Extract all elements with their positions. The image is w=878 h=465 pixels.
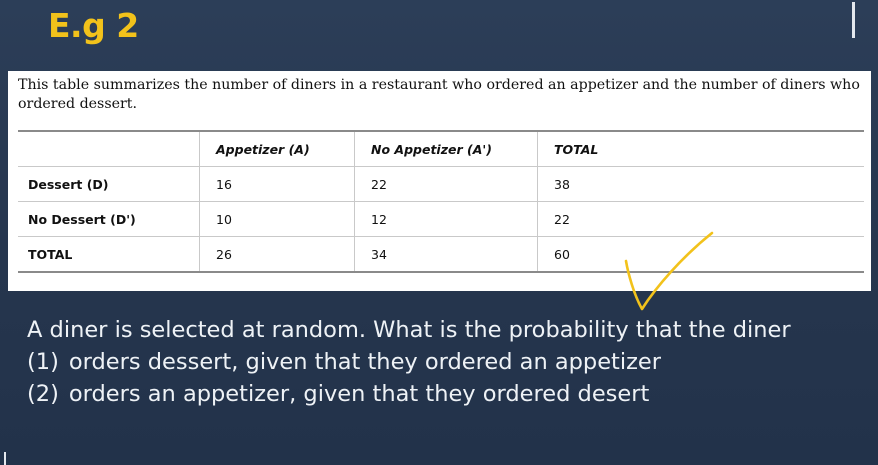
edge-divider: [852, 2, 855, 38]
part-text: orders an appetizer, given that they ord…: [68, 381, 650, 407]
part-number: (2): [27, 381, 59, 407]
two-way-table: Appetizer (A) No Appetizer (A') TOTAL De…: [18, 130, 864, 273]
question-prompt: A diner is selected at random. What is t…: [27, 317, 791, 343]
table-cell: 38: [537, 166, 864, 202]
table-row: No Dessert (D') 10 12 22: [18, 201, 864, 237]
table-header-blank: [18, 130, 200, 167]
table-row: Dessert (D) 16 22 38: [18, 166, 864, 202]
handwritten-checkmark-icon: [624, 231, 714, 311]
row-label: TOTAL: [18, 236, 200, 273]
table-cell: 26: [199, 236, 355, 273]
problem-card: This table summarizes the number of dine…: [8, 71, 871, 311]
table-cell: 12: [354, 201, 538, 237]
row-label: Dessert (D): [18, 166, 200, 202]
slide-title: E.g 2: [48, 6, 139, 45]
table-cell: 16: [199, 166, 355, 202]
table-header-row: Appetizer (A) No Appetizer (A') TOTAL: [18, 130, 864, 167]
question-block: A diner is selected at random. What is t…: [27, 314, 872, 410]
table-header-total: TOTAL: [537, 130, 864, 167]
part-text: orders dessert, given that they ordered …: [68, 349, 662, 375]
table-row: TOTAL 26 34 60: [18, 236, 864, 273]
table-header-appetizer: Appetizer (A): [199, 130, 355, 167]
question-part-1: (1) orders dessert, given that they order…: [27, 346, 872, 378]
table-cell: 10: [199, 201, 355, 237]
table-cell: 34: [354, 236, 538, 273]
problem-intro: This table summarizes the number of dine…: [18, 77, 860, 112]
row-label: No Dessert (D'): [18, 201, 200, 237]
part-number: (1): [27, 349, 59, 375]
table-cell: 22: [354, 166, 538, 202]
edge-divider-bottom: [4, 452, 6, 465]
table-header-no-appetizer: No Appetizer (A'): [354, 130, 538, 167]
question-part-2: (2) orders an appetizer, given that they …: [27, 378, 872, 410]
